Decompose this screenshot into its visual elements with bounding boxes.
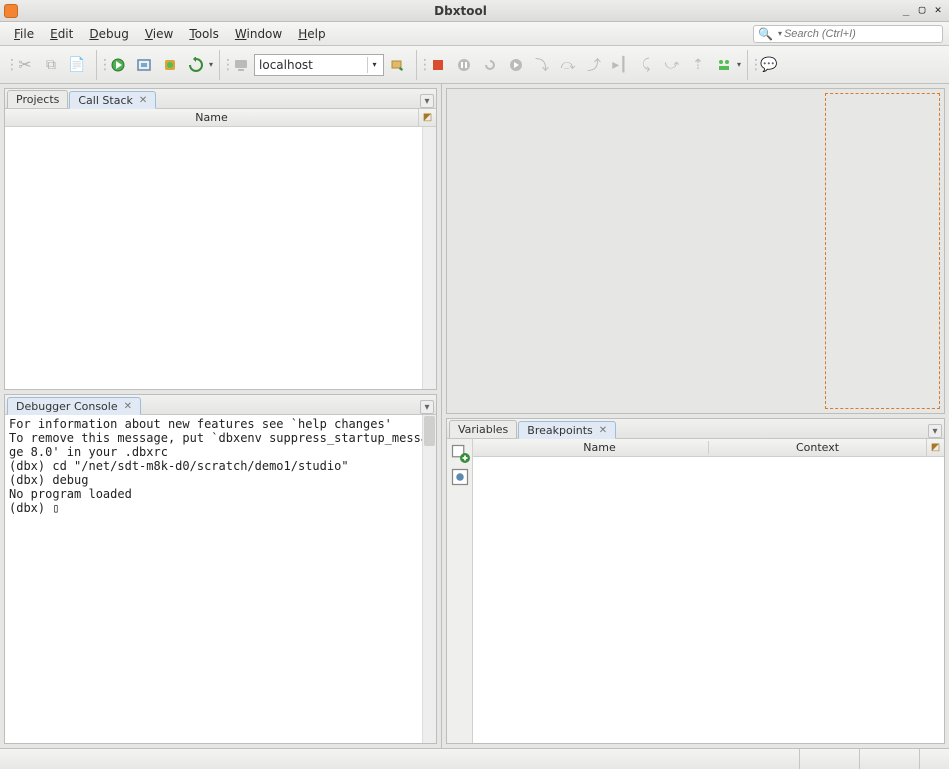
breakpoints-column-name[interactable]: Name	[491, 441, 709, 454]
breakpoints-column-context[interactable]: Context	[709, 441, 926, 454]
main-toolbar: ✂ ⧉ 📄 ▾ localhost ▾	[0, 46, 949, 84]
breakpoints-column-header: Name Context ◩	[473, 439, 944, 457]
debug-core-button[interactable]	[158, 53, 182, 77]
step-over-button[interactable]: ⤼	[556, 53, 580, 77]
breakpoint-settings-button[interactable]	[450, 467, 470, 487]
tab-projects[interactable]: Projects	[7, 90, 68, 108]
window-title: Dbxtool	[24, 4, 897, 18]
status-bar	[0, 748, 949, 769]
left-column: Projects Call Stack ✕ ▾ Name ◩ Debugger …	[0, 84, 442, 748]
window-minimize-button[interactable]: _	[899, 4, 913, 18]
statusbar-segment-2	[859, 749, 919, 769]
breakpoints-tabstrip: Variables Breakpoints ✕ ▾	[447, 419, 944, 439]
tab-debugger-console-label: Debugger Console	[16, 400, 118, 413]
toolbar-group-misc: 💬	[747, 50, 788, 80]
run-to-cursor-button[interactable]: ▸┃	[608, 53, 632, 77]
search-icon: 🔍	[758, 27, 773, 41]
debug-most-recent-button[interactable]	[184, 53, 208, 77]
tab-call-stack[interactable]: Call Stack ✕	[69, 91, 156, 109]
chevron-down-icon[interactable]: ▾	[367, 57, 381, 73]
close-icon[interactable]: ✕	[599, 425, 607, 436]
column-config-button[interactable]: ◩	[926, 439, 944, 456]
callstack-scrollbar[interactable]	[422, 127, 436, 389]
editor-area[interactable]	[446, 88, 945, 414]
title-bar: Dbxtool _ ▢ ✕	[0, 0, 949, 22]
callstack-panel: Projects Call Stack ✕ ▾ Name ◩	[4, 88, 437, 390]
breakpoints-body: Name Context ◩	[447, 439, 944, 743]
cut-button[interactable]: ✂	[13, 53, 37, 77]
pause-button[interactable]	[452, 53, 476, 77]
host-icon	[229, 53, 253, 77]
window-close-button[interactable]: ✕	[931, 4, 945, 18]
breakpoints-toolbar	[447, 439, 473, 743]
console-scrollbar[interactable]	[422, 415, 436, 743]
debugger-console-text: For information about new features see `…	[5, 415, 436, 517]
toolbar-group-edit: ✂ ⧉ 📄	[4, 50, 96, 80]
host-value: localhost	[259, 58, 313, 72]
toolbar-group-run: ⤵ ⤼ ⤴ ▸┃ ⤹ ⤻ ⇡ ▾	[416, 50, 747, 80]
menu-window[interactable]: Window	[227, 25, 290, 43]
restart-button[interactable]	[478, 53, 502, 77]
column-config-button[interactable]: ◩	[418, 109, 436, 126]
step-instr-button[interactable]: ⤹	[634, 53, 658, 77]
debug-dropdown-icon[interactable]: ▾	[209, 60, 213, 69]
close-icon[interactable]: ✕	[139, 95, 147, 106]
host-combo[interactable]: localhost ▾	[254, 54, 384, 76]
menu-view[interactable]: View	[137, 25, 181, 43]
toolbar-group-debug-attach: ▾	[96, 50, 219, 80]
drop-target-outline	[825, 93, 940, 409]
debug-config-button[interactable]	[712, 53, 736, 77]
right-column: Variables Breakpoints ✕ ▾	[442, 84, 949, 748]
debug-executable-button[interactable]	[106, 53, 130, 77]
toggle-balloon-button[interactable]: 💬	[757, 53, 781, 77]
step-over-instr-button[interactable]: ⤻	[660, 53, 684, 77]
debugger-console-body[interactable]: For information about new features see `…	[5, 415, 436, 743]
breakpoints-panel: Variables Breakpoints ✕ ▾	[446, 418, 945, 744]
tab-variables-label: Variables	[458, 423, 508, 436]
menu-bar: File Edit Debug View Tools Window Help 🔍…	[0, 22, 949, 46]
tab-variables[interactable]: Variables	[449, 420, 517, 438]
window-maximize-button[interactable]: ▢	[915, 4, 929, 18]
make-caller-current-button[interactable]: ⇡	[686, 53, 710, 77]
callstack-column-header: Name ◩	[5, 109, 436, 127]
tab-debugger-console[interactable]: Debugger Console ✕	[7, 397, 141, 415]
menu-tools[interactable]: Tools	[181, 25, 227, 43]
tab-breakpoints[interactable]: Breakpoints ✕	[518, 421, 616, 439]
paste-button[interactable]: 📄	[65, 53, 89, 77]
search-wrap: 🔍 ▾	[753, 25, 943, 43]
tab-breakpoints-label: Breakpoints	[527, 424, 593, 437]
menu-file[interactable]: File	[6, 25, 42, 43]
statusbar-segment-1	[799, 749, 859, 769]
menu-edit[interactable]: Edit	[42, 25, 81, 43]
statusbar-segment-3	[919, 749, 949, 769]
callstack-tabstrip: Projects Call Stack ✕ ▾	[5, 89, 436, 109]
menu-debug[interactable]: Debug	[81, 25, 136, 43]
breakpoints-table: Name Context ◩	[473, 439, 944, 743]
host-add-button[interactable]	[385, 53, 409, 77]
add-breakpoint-button[interactable]	[450, 443, 470, 463]
app-badge-icon	[4, 4, 18, 18]
run-dropdown-icon[interactable]: ▾	[737, 60, 741, 69]
menu-help[interactable]: Help	[290, 25, 333, 43]
close-icon[interactable]: ✕	[124, 401, 132, 412]
step-out-button[interactable]: ⤴	[582, 53, 606, 77]
tabstrip-menu-button[interactable]: ▾	[420, 94, 434, 108]
copy-button[interactable]: ⧉	[39, 53, 63, 77]
tabstrip-menu-button[interactable]: ▾	[928, 424, 942, 438]
toolbar-group-host: localhost ▾	[219, 50, 416, 80]
search-input[interactable]	[782, 27, 938, 41]
callstack-body[interactable]	[5, 127, 436, 389]
breakpoints-list[interactable]	[473, 457, 944, 743]
main-zone: Projects Call Stack ✕ ▾ Name ◩ Debugger …	[0, 84, 949, 748]
debugger-console-panel: Debugger Console ✕ ▾ For information abo…	[4, 394, 437, 744]
console-tabstrip: Debugger Console ✕ ▾	[5, 395, 436, 415]
tabstrip-menu-button[interactable]: ▾	[420, 400, 434, 414]
continue-button[interactable]	[504, 53, 528, 77]
step-into-button[interactable]: ⤵	[530, 53, 554, 77]
tab-call-stack-label: Call Stack	[78, 94, 132, 107]
stop-button[interactable]	[426, 53, 450, 77]
callstack-column-name[interactable]: Name	[5, 111, 418, 124]
attach-button[interactable]	[132, 53, 156, 77]
tab-projects-label: Projects	[16, 93, 59, 106]
